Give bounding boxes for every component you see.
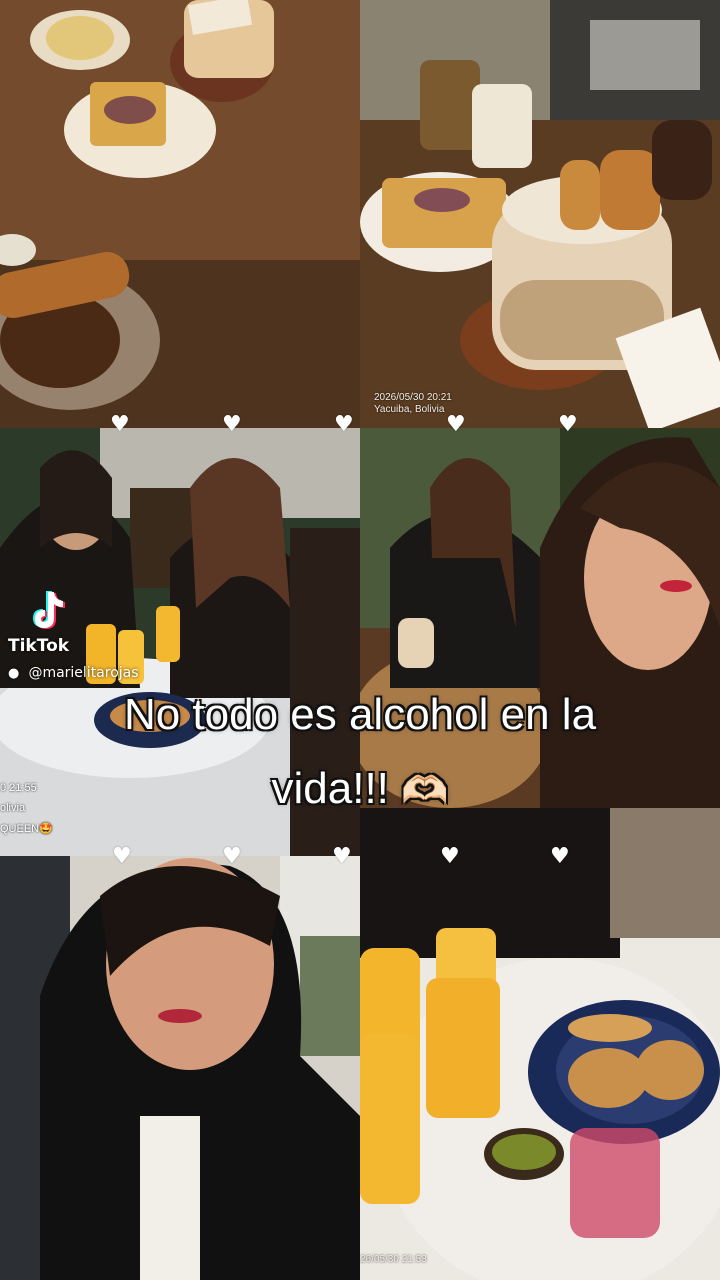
- heart-icon: ♥: [110, 412, 130, 437]
- caption-line-2-text: vida!!!: [271, 764, 389, 813]
- heart-icon: ♥: [550, 844, 570, 869]
- tiktok-logo-icon: [26, 588, 70, 632]
- heart-icon: ♥: [222, 844, 242, 869]
- heart-icon: ♥: [222, 412, 242, 437]
- date-stamp: 2026/05/30 20:21 Yacuiba, Bolivia: [374, 392, 452, 416]
- heart-icon: ♥: [112, 844, 132, 869]
- heart-icon: ♥: [334, 412, 354, 437]
- photo-dessert-table-left: [0, 0, 360, 428]
- photo-frappe-table-right: 2026/05/30 20:21 Yacuiba, Bolivia: [360, 0, 720, 428]
- date-stamp-bottom-time: 26/05/30 21:53: [360, 1254, 427, 1265]
- heart-icon: ♥: [332, 844, 352, 869]
- photo-woman-selfie: [0, 856, 360, 1280]
- heart-hands-emoji: 🫶🏻: [401, 770, 449, 812]
- caption-line-2: vida!!! 🫶🏻: [0, 752, 720, 828]
- photo-juices-empanadas: 26/05/30 21:53: [360, 808, 720, 1280]
- caption-line-1: No todo es alcohol en la: [123, 690, 597, 739]
- date-stamp-place: Yacuiba, Bolivia: [374, 404, 445, 415]
- date-stamp-time: 2026/05/30 20:21: [374, 392, 452, 403]
- date-stamp-bottom: 26/05/30 21:53: [360, 1254, 427, 1266]
- heart-icon: ♥: [558, 412, 578, 437]
- heart-icon: ♥: [446, 412, 466, 437]
- tiktok-watermark: TikTok ● @marielitarojas: [8, 588, 139, 681]
- tiktok-brand: TikTok: [8, 636, 70, 656]
- heart-icon: ♥: [440, 844, 460, 869]
